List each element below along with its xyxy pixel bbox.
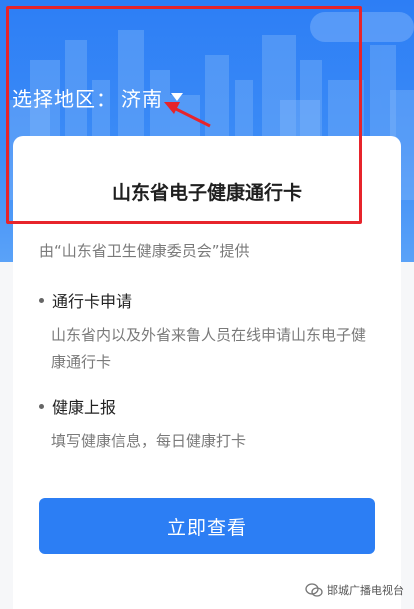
watermark: 邯城广播电视台 [305, 582, 404, 598]
section-title-text: 通行卡申请 [52, 292, 133, 311]
section-desc: 填写健康信息，每日健康打卡 [51, 432, 247, 450]
bullet-dot-icon [39, 403, 44, 409]
watermark-text: 邯城广播电视台 [327, 584, 404, 597]
section-title-text: 健康上报 [52, 398, 117, 417]
section-card-application[interactable]: 通行卡申请 山东省内以及外省来鲁人员在线申请山东电子健康通行卡 [39, 288, 379, 376]
section-title: 通行卡申请 [39, 288, 379, 312]
section-health-report[interactable]: 健康上报 填写健康信息，每日健康打卡 [39, 394, 379, 455]
wechat-icon [305, 583, 323, 597]
bullet-dot-icon [39, 297, 44, 303]
section-desc: 山东省内以及外省来鲁人员在线申请山东电子健康通行卡 [51, 326, 367, 371]
provider-text: 由“山东省卫生健康委员会”提供 [39, 242, 250, 260]
red-arrow-icon [164, 102, 211, 128]
section-title: 健康上报 [39, 394, 379, 418]
view-now-button[interactable]: 立即查看 [39, 498, 375, 554]
